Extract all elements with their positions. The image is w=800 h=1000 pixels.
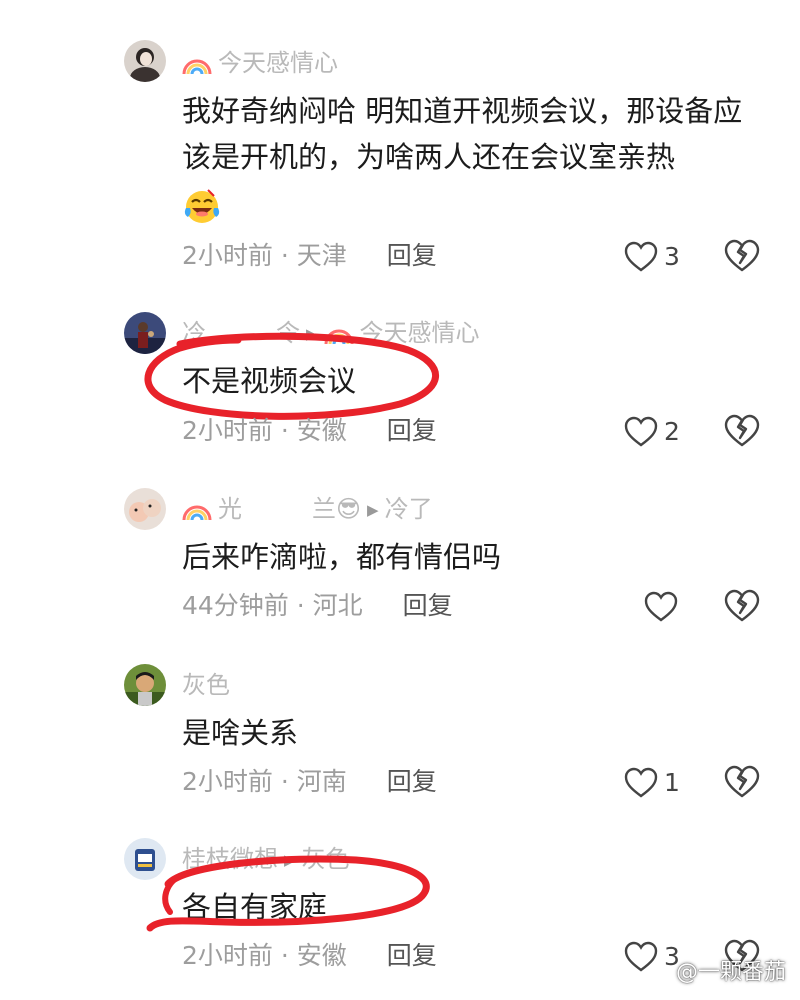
dislike-button[interactable] [724,239,760,273]
author-name-extra: 兰😎 [312,495,362,523]
comment-author[interactable]: 今天感情心 [182,48,338,78]
like-button[interactable]: 2 [624,413,680,449]
author-name: 光 [218,495,242,523]
like-button[interactable]: 3 [624,938,680,974]
comment-text: 各自有家庭 [182,884,752,930]
broken-heart-icon [724,765,760,798]
like-button[interactable] [644,588,684,624]
comment-body: 后来咋滴啦，都有情侣吗 [182,540,502,574]
author-name: 今天感情心 [218,49,338,77]
play-triangle-icon: ▶ [367,501,379,519]
comment-location: 河北 [312,591,363,620]
like-button[interactable]: 1 [624,764,680,800]
comment-text: 后来咋滴啦，都有情侣吗 [182,534,752,580]
comment-time: 2小时前 [182,941,273,970]
comment-body: 不是视频会议 [182,364,357,398]
comment-time: 44分钟前 [182,591,289,620]
comment-author[interactable]: 光 兰😎 ▶ 冷了 [182,494,433,524]
comment-text: 我好奇纳闷哈 明知道开视频会议，那设备应该是开机的，为啥两人还在会议室亲热 [182,88,752,226]
heart-outline-icon [624,767,658,798]
author-name-extra: 令 [276,319,300,347]
author-name: 灰色 [182,671,230,699]
broken-heart-icon [724,239,760,272]
author-name: 冷 [182,319,206,347]
avatar[interactable] [124,838,166,880]
rainbow-icon [182,59,212,75]
comment-meta: 2小时前 · 安徽 回复 [182,416,437,445]
like-count: 3 [664,242,680,271]
comment-author[interactable]: 灰色 [182,670,230,700]
rainbow-icon [324,329,354,345]
comment-meta: 44分钟前 · 河北 回复 [182,591,453,620]
watermark: @一颗番茄 [675,960,786,985]
avatar[interactable] [124,488,166,530]
reply-target: 今天感情心 [359,319,480,347]
dislike-button[interactable] [724,589,760,623]
reply-button[interactable]: 回复 [387,941,437,970]
comment-text: 不是视频会议 [182,358,752,404]
reply-button[interactable]: 回复 [387,416,437,445]
reply-button[interactable]: 回复 [387,767,437,796]
avatar[interactable] [124,312,166,354]
avatar[interactable] [124,40,166,82]
heart-outline-icon [624,941,658,972]
reply-button[interactable]: 回复 [403,591,453,620]
reply-button[interactable]: 回复 [387,241,437,270]
comment-location: 天津 [296,241,347,270]
comment-body: 各自有家庭 [182,890,328,924]
author-name: 桂枝微想 [182,845,278,873]
heart-outline-icon [624,241,658,272]
comment-body: 我好奇纳闷哈 明知道开视频会议，那设备应该是开机的，为啥两人还在会议室亲热 [182,94,743,174]
comment-meta: 2小时前 · 河南 回复 [182,767,437,796]
rainbow-icon [182,505,212,521]
comment-author[interactable]: 冷 令 ▶ 今天感情心 [182,318,480,348]
comment-author[interactable]: 桂枝微想 ▶ 灰色 [182,844,350,874]
comment-time: 2小时前 [182,416,273,445]
comment-location: 河南 [296,767,347,796]
dislike-button[interactable] [724,765,760,799]
comment-meta: 2小时前 · 安徽 回复 [182,941,437,970]
comment-text: 是啥关系 [182,710,752,756]
avatar[interactable] [124,664,166,706]
play-triangle-icon: ▶ [284,851,296,869]
broken-heart-icon [724,589,760,622]
comment-time: 2小时前 [182,241,273,270]
comment-location: 安徽 [296,416,347,445]
like-count: 2 [664,417,680,446]
like-count: 1 [664,768,680,797]
laughing-crying-emoji-icon [184,189,220,223]
dislike-button[interactable] [724,414,760,448]
reply-target: 灰色 [301,845,350,873]
heart-outline-icon [624,416,658,447]
comment-meta: 2小时前 · 天津 回复 [182,241,437,270]
heart-outline-icon [644,591,678,622]
comment-location: 安徽 [296,941,347,970]
reply-target: 冷了 [384,495,433,523]
like-button[interactable]: 3 [624,238,680,274]
broken-heart-icon [724,414,760,447]
play-triangle-icon: ▶ [306,325,318,343]
comment-time: 2小时前 [182,767,273,796]
comment-body: 是啥关系 [182,716,299,750]
